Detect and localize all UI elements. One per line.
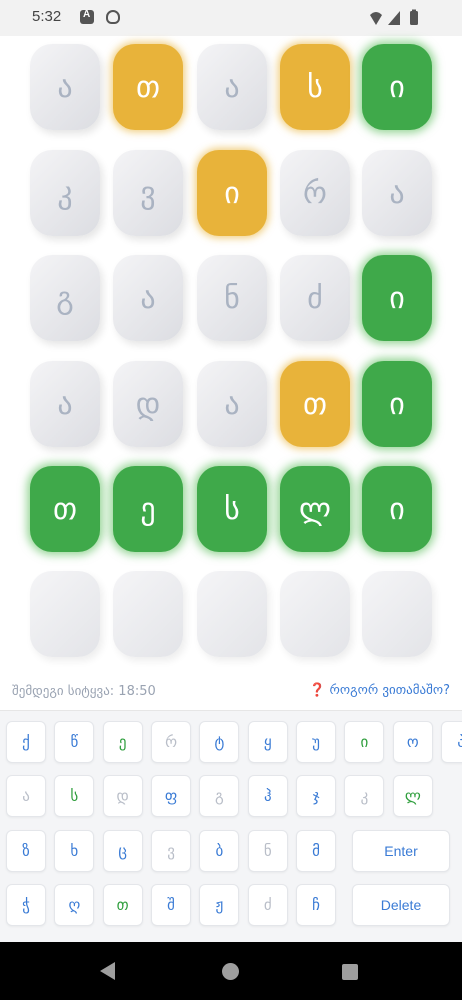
keyboard-key[interactable]: გ — [199, 775, 240, 817]
grid-tile: ა — [197, 44, 267, 130]
keyboard-key[interactable]: კ — [344, 775, 385, 817]
enter-key[interactable]: Enter — [352, 830, 450, 872]
keyboard-key[interactable]: ჯ — [296, 775, 337, 817]
grid-tile: ე — [113, 466, 183, 552]
keyboard-key[interactable]: ყ — [247, 721, 288, 763]
keyboard-key[interactable]: რ — [151, 721, 192, 763]
next-word-timer: შემდეგი სიტყვა: 18:50 — [12, 684, 156, 699]
signal-icon — [388, 11, 400, 25]
keyboard-key[interactable]: ა — [6, 775, 46, 817]
keyboard-key[interactable]: ღ — [54, 884, 95, 926]
keyboard-key[interactable]: ჭ — [6, 884, 46, 926]
grid-tile: ა — [362, 150, 432, 236]
grid-tile: ნ — [197, 255, 267, 341]
wifi-icon — [370, 12, 382, 25]
grid-tile: ვ — [113, 150, 183, 236]
grid-tile — [30, 571, 100, 657]
grid-tile: თ — [30, 466, 100, 552]
keyboard-key[interactable]: შ — [151, 884, 192, 926]
grid-tile: ი — [362, 255, 432, 341]
keyboard-key[interactable]: ჟ — [199, 884, 240, 926]
keyboard-key[interactable]: ე — [102, 721, 143, 763]
grid-tile: გ — [30, 255, 100, 341]
keyboard-key[interactable]: ძ — [247, 884, 288, 926]
grid-tile: რ — [280, 150, 350, 236]
keyboard-key[interactable]: ო — [392, 721, 433, 763]
grid-tile: თ — [280, 361, 350, 447]
grid-tile: ა — [113, 255, 183, 341]
keyboard-key[interactable]: ტ — [199, 721, 240, 763]
recents-icon[interactable] — [342, 964, 358, 980]
grid-tile: კ — [30, 150, 100, 236]
grid-tile: ს — [280, 44, 350, 130]
keyboard-key[interactable]: ც — [102, 830, 143, 872]
grid-tile — [113, 571, 183, 657]
info-bar: შემდეგი სიტყვა: 18:50 ❓ როგორ ვითამაშო? — [0, 680, 462, 706]
grid-tile: ა — [30, 361, 100, 447]
keyboard-key[interactable]: ს — [54, 775, 95, 817]
grid-tile: ი — [362, 44, 432, 130]
home-icon[interactable] — [222, 963, 239, 980]
back-icon[interactable] — [100, 962, 115, 980]
keyboard-key[interactable]: ზ — [6, 830, 46, 872]
status-time: 5:32 — [32, 8, 62, 25]
keyboard-key[interactable]: ჩ — [296, 884, 337, 926]
on-screen-keyboard: ქ წ ე რ ტ ყ უ ი ო პ ა ს დ ფ გ ჰ ჯ კ ლ ზ ხ ც ვ ბ ნ მ Enter ჭ ღ თ შ ჟ ძ ჩ De… — [0, 710, 462, 942]
keyboard-key[interactable]: თ — [102, 884, 143, 926]
keyboard-key[interactable]: ლ — [392, 775, 433, 817]
keyboard-key[interactable]: ნ — [247, 830, 288, 872]
grid-tile: ა — [197, 361, 267, 447]
keyboard-key[interactable]: ხ — [54, 830, 95, 872]
keyboard-key[interactable]: ჰ — [247, 775, 288, 817]
keyboard-key[interactable]: მ — [296, 830, 337, 872]
grid-tile: ი — [362, 361, 432, 447]
grid-tile: ი — [197, 150, 267, 236]
grid-tile: ი — [362, 466, 432, 552]
grid-tile — [362, 571, 432, 657]
keyboard-key[interactable]: დ — [102, 775, 143, 817]
grid-tile: ლ — [280, 466, 350, 552]
how-to-play-link[interactable]: ❓ როგორ ვითამაშო? — [309, 683, 450, 698]
grid-tile: ს — [197, 466, 267, 552]
system-status-icons — [370, 9, 418, 25]
keyboard-key[interactable]: ვ — [151, 830, 192, 872]
keyboard-key[interactable]: ი — [344, 721, 385, 763]
keyboard-key[interactable]: პ — [441, 721, 462, 763]
grid-tile: თ — [113, 44, 183, 130]
a-icon — [80, 9, 94, 24]
grid-tile — [280, 571, 350, 657]
navigation-bar — [0, 942, 462, 1000]
keyboard-key[interactable]: ფ — [151, 775, 192, 817]
keyboard-key[interactable]: უ — [296, 721, 337, 763]
keyboard-key[interactable]: ბ — [199, 830, 240, 872]
grid-tile — [197, 571, 267, 657]
grid-tile: დ — [113, 361, 183, 447]
status-bar: 5:32 — [0, 0, 462, 36]
keyboard-key[interactable]: წ — [54, 721, 95, 763]
grid-tile: ძ — [280, 255, 350, 341]
delete-key[interactable]: Delete — [352, 884, 450, 926]
battery-icon — [410, 11, 418, 25]
keyboard-key[interactable]: ქ — [6, 721, 46, 763]
grid-tile: ა — [30, 44, 100, 130]
shield-icon — [106, 10, 120, 24]
